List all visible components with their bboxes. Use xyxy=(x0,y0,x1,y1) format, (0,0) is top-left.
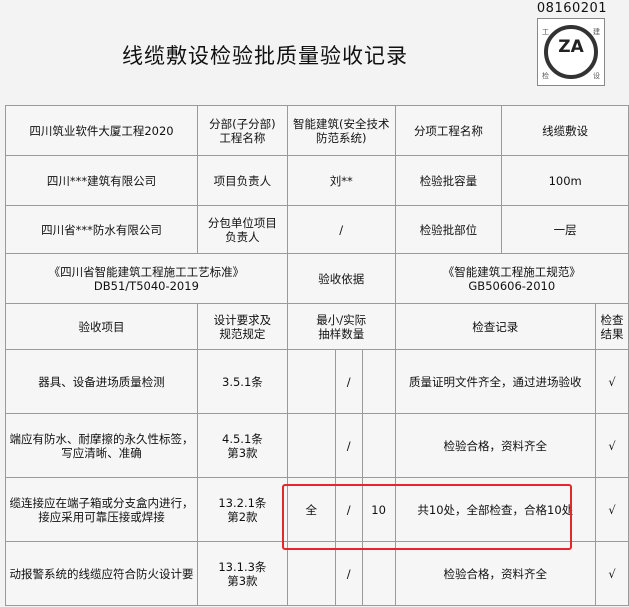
col-spec-header: 设计要求及 规范规定 xyxy=(196,303,288,350)
basis-row: 《四川省智能建筑工程施工工艺标准》 DB51/T5040-2019 验收依据 《… xyxy=(5,253,629,304)
row-actual-sample[interactable] xyxy=(361,541,396,606)
batch-location-label: 检验批部位 xyxy=(394,205,503,254)
header-row-project: 四川筑业软件大厦工程2020 分部(子分部) 工程名称 智能建筑(安全技术 防范… xyxy=(5,105,629,156)
basis-standard-right[interactable]: 《智能建筑工程施工规范》 GB50606-2010 xyxy=(394,253,629,304)
header-row-contractor: 四川***建筑有限公司 项目负责人 刘** 检验批容量 100m xyxy=(5,155,629,206)
row-actual-sample[interactable] xyxy=(361,413,396,478)
row-result[interactable]: √ xyxy=(595,541,629,606)
row-result[interactable]: √ xyxy=(595,477,629,542)
page-title: 线缆敷设检验批质量验收记录 xyxy=(122,44,408,68)
company-logo: ZA 工 建 检 设 xyxy=(537,18,605,86)
row-result[interactable]: √ xyxy=(595,413,629,478)
row-item: 器具、设备进场质量检测 xyxy=(5,349,198,414)
sub-lead-value[interactable]: / xyxy=(286,205,396,254)
table-row: 缆连接应在端子箱或分支盒内进行， 接应采用可靠压接或焊接 13.2.1条 第2款… xyxy=(5,477,629,542)
project-lead-label: 项目负责人 xyxy=(196,155,288,206)
contractor-name[interactable]: 四川***建筑有限公司 xyxy=(5,155,198,206)
row-record[interactable]: 共10处，全部检查，合格10处 xyxy=(394,477,597,542)
header-row-subcontractor: 四川省***防水有限公司 分包单位项目 负责人 / 检验批部位 一层 xyxy=(5,205,629,254)
col-sample-header: 最小/实际 抽样数量 xyxy=(286,303,396,350)
row-sample-slash: / xyxy=(334,413,363,478)
subdivision-label: 分部(子分部) 工程名称 xyxy=(196,105,288,156)
table-row: 器具、设备进场质量检测 3.5.1条 / 质量证明文件齐全，通过进场验收 √ xyxy=(5,349,629,414)
col-item-header: 验收项目 xyxy=(5,303,198,350)
row-actual-sample[interactable] xyxy=(361,349,396,414)
col-record-header: 检查记录 xyxy=(394,303,597,350)
row-item: 动报警系统的线缆应符合防火设计要 xyxy=(5,541,198,606)
row-sample-slash: / xyxy=(334,541,363,606)
row-result[interactable]: √ xyxy=(595,349,629,414)
logo-corner-4: 设 xyxy=(593,72,600,80)
table-row: 动报警系统的线缆应符合防火设计要 13.1.3条 第3款 / 检验合格，资料齐全… xyxy=(5,541,629,606)
row-record[interactable]: 检验合格，资料齐全 xyxy=(394,413,597,478)
row-min-sample[interactable] xyxy=(286,349,336,414)
batch-capacity-value[interactable]: 100m xyxy=(501,155,629,206)
column-header-row: 验收项目 设计要求及 规范规定 最小/实际 抽样数量 检查记录 检查 结果 xyxy=(5,303,629,350)
table-row: 端应有防水、耐摩擦的永久性标签， 写应清晰、准确 4.5.1条 第3款 / 检验… xyxy=(5,413,629,478)
subcontractor-name[interactable]: 四川省***防水有限公司 xyxy=(5,205,198,254)
row-item: 端应有防水、耐摩擦的永久性标签， 写应清晰、准确 xyxy=(5,413,198,478)
project-name[interactable]: 四川筑业软件大厦工程2020 xyxy=(5,105,198,156)
basis-standard-left[interactable]: 《四川省智能建筑工程施工工艺标准》 DB51/T5040-2019 xyxy=(5,253,288,304)
row-item: 缆连接应在端子箱或分支盒内进行， 接应采用可靠压接或焊接 xyxy=(5,477,198,542)
inspection-table: 四川筑业软件大厦工程2020 分部(子分部) 工程名称 智能建筑(安全技术 防范… xyxy=(5,105,629,606)
row-spec: 13.2.1条 第2款 xyxy=(196,477,288,542)
logo-corner-3: 检 xyxy=(542,72,549,80)
form-code: 08160201 xyxy=(536,1,608,16)
row-actual-sample[interactable]: 10 xyxy=(361,477,396,542)
batch-location-value[interactable]: 一层 xyxy=(501,205,629,254)
row-sample-slash: / xyxy=(334,349,363,414)
record-sheet: 08160201 线缆敷设检验批质量验收记录 ZA 工 建 检 设 四川筑业软件… xyxy=(0,0,629,607)
subdivision-value[interactable]: 智能建筑(安全技术 防范系统) xyxy=(286,105,396,156)
item-project-label: 分项工程名称 xyxy=(394,105,503,156)
col-result-header: 检查 结果 xyxy=(595,303,629,350)
sub-lead-label: 分包单位项目 负责人 xyxy=(196,205,288,254)
row-record[interactable]: 质量证明文件齐全，通过进场验收 xyxy=(394,349,597,414)
row-sample-slash: / xyxy=(334,477,363,542)
row-record[interactable]: 检验合格，资料齐全 xyxy=(394,541,597,606)
row-min-sample[interactable] xyxy=(286,541,336,606)
row-spec: 3.5.1条 xyxy=(196,349,288,414)
row-min-sample[interactable] xyxy=(286,413,336,478)
basis-label: 验收依据 xyxy=(286,253,396,304)
logo-corner-1: 工 xyxy=(542,28,549,36)
row-spec: 13.1.3条 第3款 xyxy=(196,541,288,606)
row-spec: 4.5.1条 第3款 xyxy=(196,413,288,478)
row-min-sample[interactable]: 全 xyxy=(286,477,336,542)
project-lead-value[interactable]: 刘** xyxy=(286,155,396,206)
item-project-value[interactable]: 线缆敷设 xyxy=(501,105,629,156)
logo-text: ZA xyxy=(558,37,584,57)
logo-corner-2: 建 xyxy=(593,28,600,36)
batch-capacity-label: 检验批容量 xyxy=(394,155,503,206)
